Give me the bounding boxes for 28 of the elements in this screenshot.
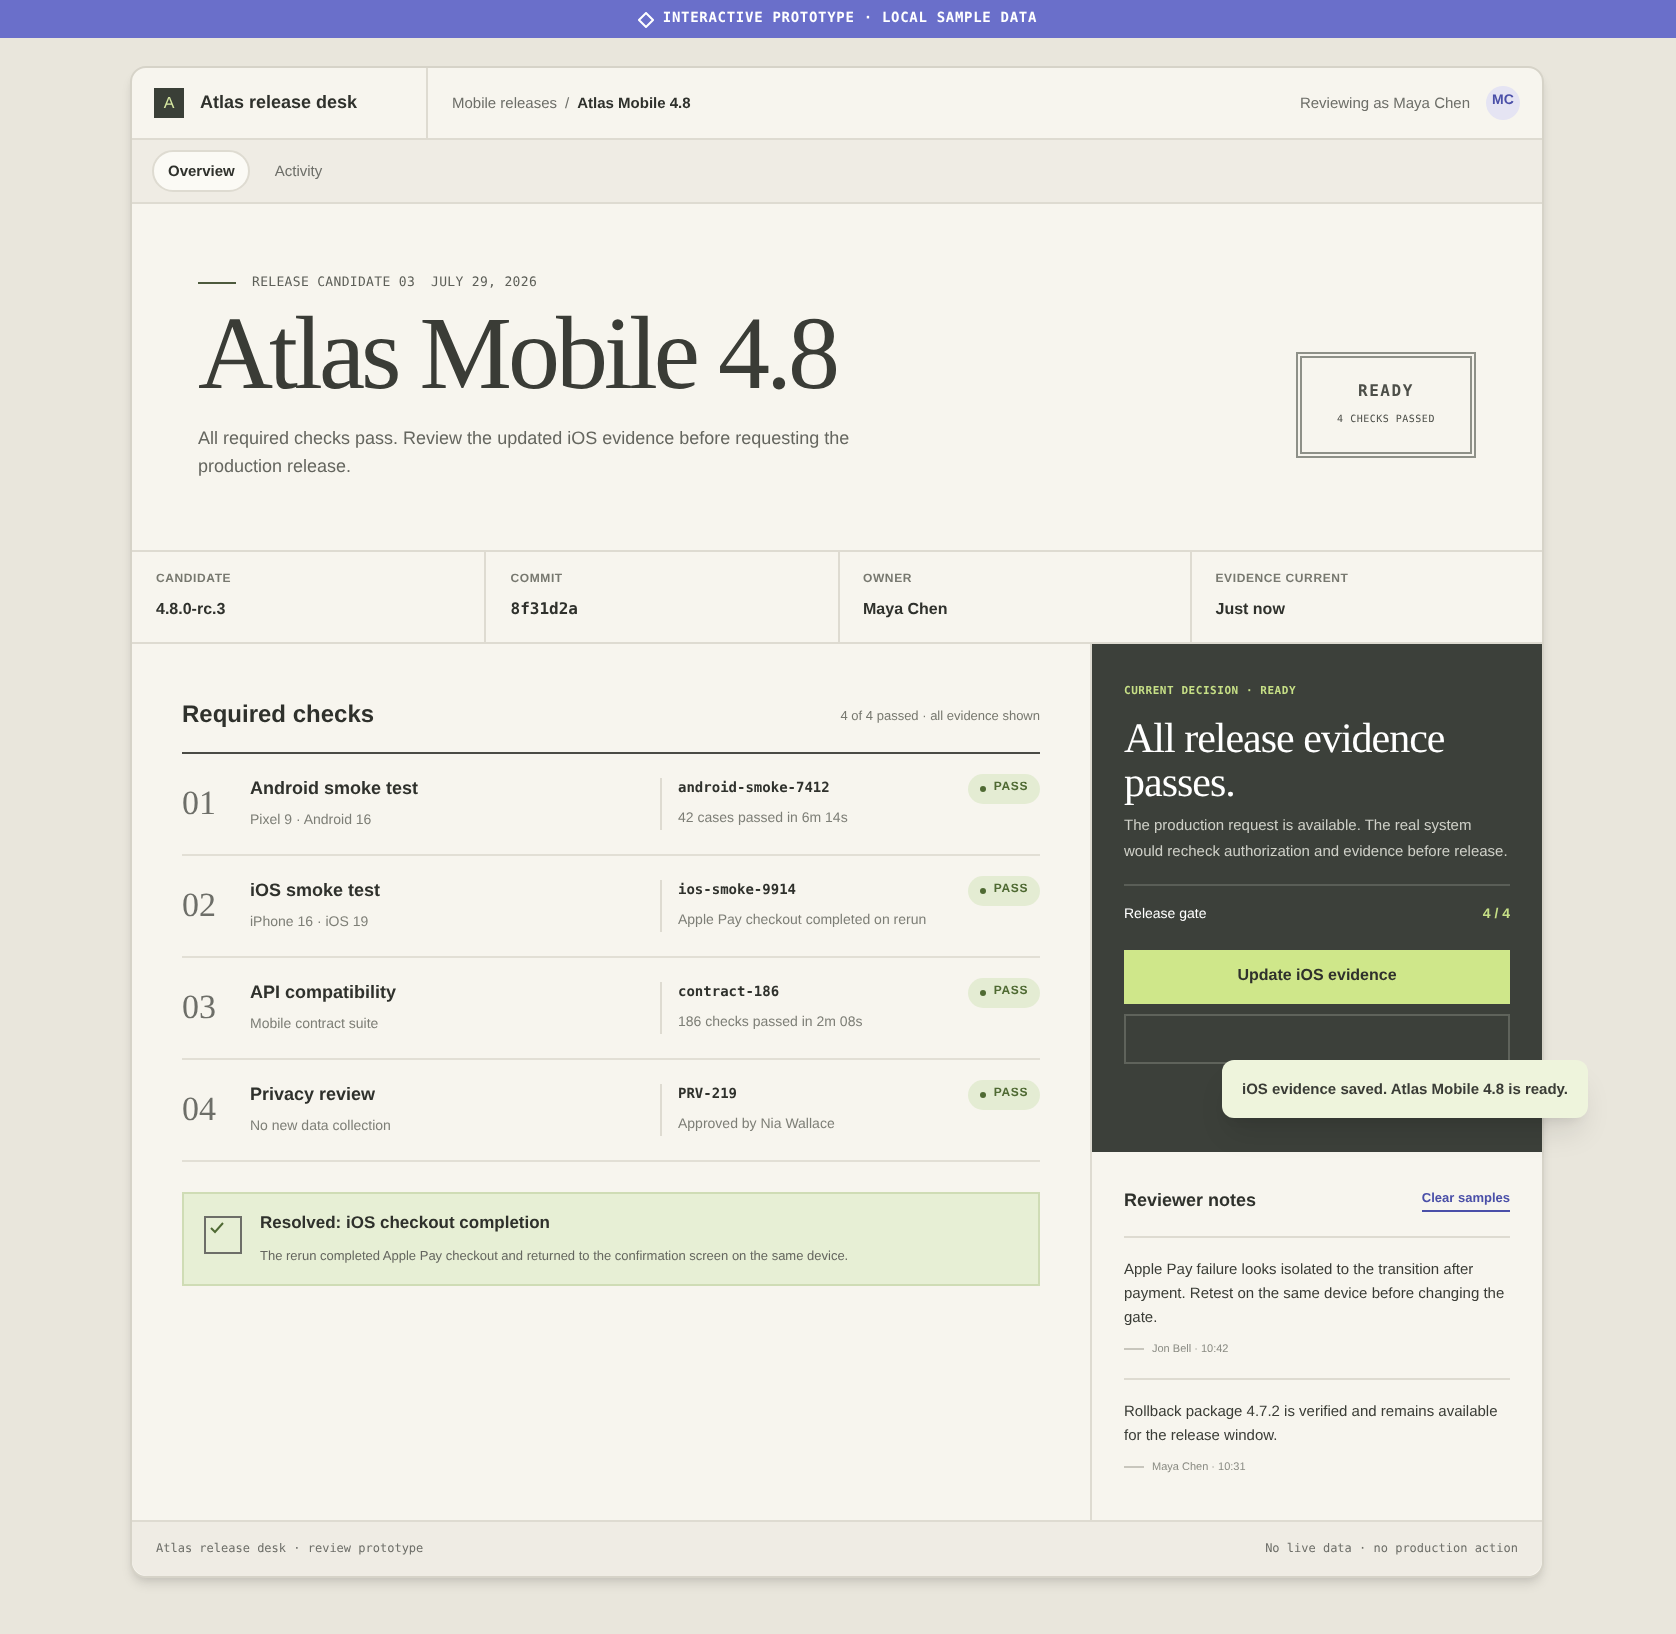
byline-rule (1124, 1466, 1144, 1469)
checkbox[interactable] (204, 1216, 242, 1254)
decision-title: All release evidence passes. (1124, 716, 1447, 805)
check-number: 01 (182, 782, 218, 827)
check-icon (210, 1222, 224, 1234)
update-evidence-button[interactable]: Update iOS evidence (1124, 949, 1510, 1004)
logo-mark: A (154, 88, 184, 118)
resolved-title: Resolved: iOS checkout completion (260, 1210, 553, 1236)
stamp-label: READY (1357, 380, 1415, 405)
check-number: 02 (182, 884, 218, 929)
check-name: API compatibility (250, 979, 399, 1006)
meta-value: Just now (1215, 598, 1287, 622)
check-name: iOS smoke test (250, 877, 383, 903)
check-number: 04 (182, 1088, 218, 1133)
release-title: Atlas Mobile 4.8 (198, 304, 838, 409)
eyebrow-rule (198, 281, 236, 285)
byline-rule (1124, 1348, 1144, 1351)
check-number: 03 (182, 986, 218, 1031)
check-name: Android smoke test (250, 775, 421, 801)
check-name: Privacy review (250, 1081, 378, 1108)
meta-value: Maya Chen (863, 598, 950, 622)
app-name: Atlas release desk (200, 89, 358, 116)
notes-title: Reviewer notes (1124, 1188, 1257, 1214)
meta-value: 4.8.0-rc.3 (156, 598, 228, 622)
hero-description: All required checks pass. Review the updated iOS evidence before requesting the production release. (198, 426, 852, 481)
section-title: Required checks (182, 698, 375, 732)
meta-value: 8f31d2a (510, 598, 580, 622)
diamond-icon (638, 11, 655, 27)
